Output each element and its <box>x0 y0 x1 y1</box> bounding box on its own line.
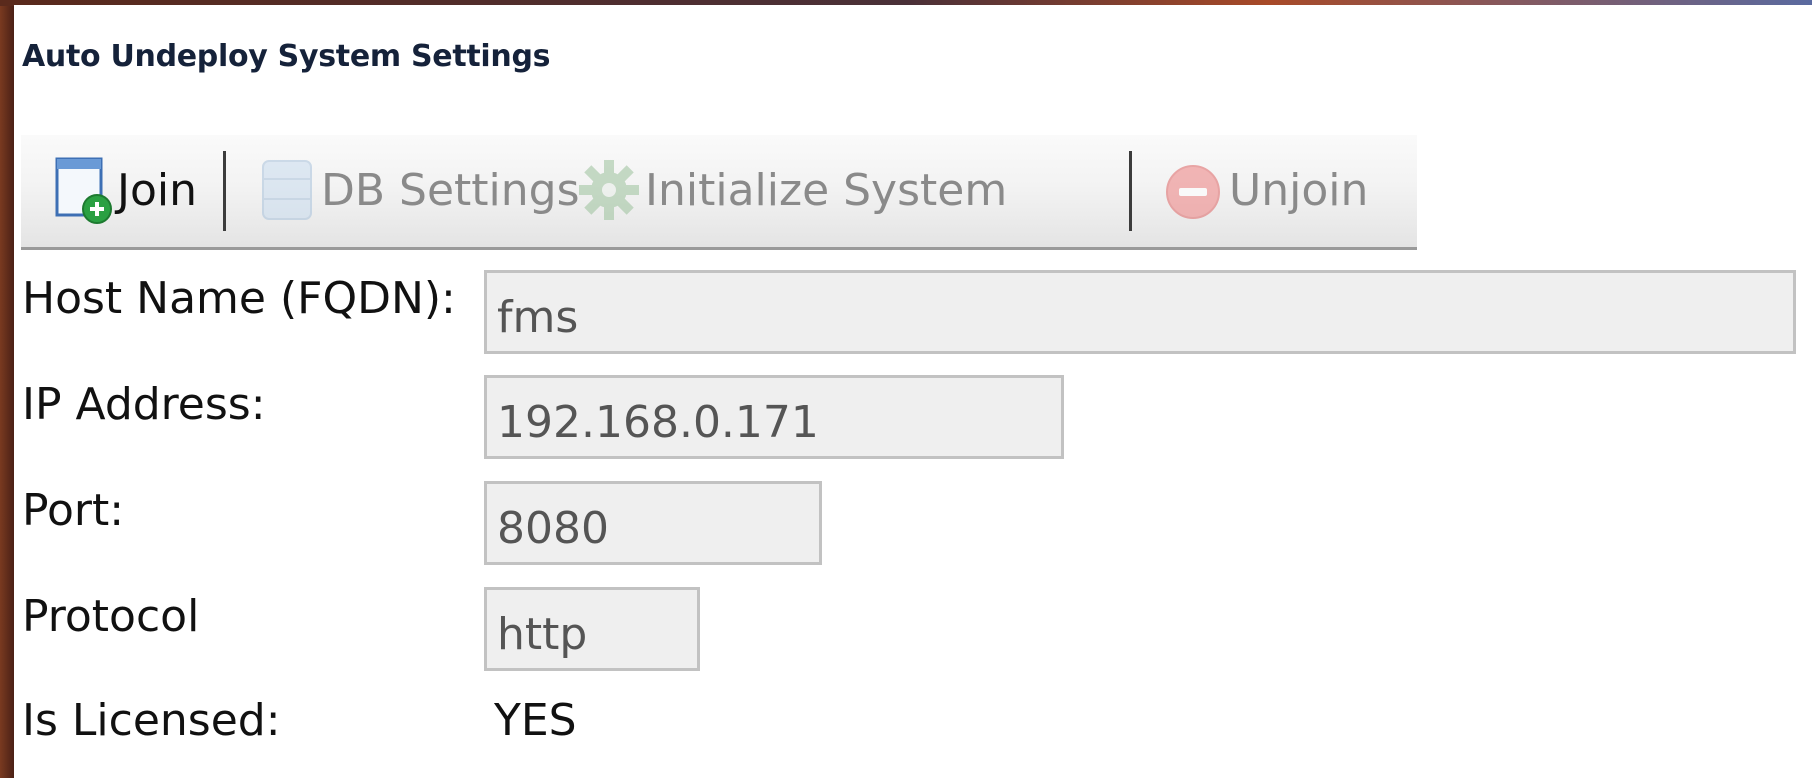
settings-panel: Auto Undeploy System Settings Join DB Se… <box>14 5 1812 778</box>
protocol-label: Protocol <box>22 591 200 642</box>
initialize-system-button[interactable]: Initialize System <box>577 153 1007 227</box>
db-settings-label: DB Settings <box>321 164 580 216</box>
port-label: Port: <box>22 485 125 536</box>
document-add-icon <box>53 155 113 225</box>
remove-circle-icon <box>1161 155 1225 225</box>
host-name-field[interactable] <box>484 270 1796 354</box>
gear-icon <box>577 155 641 225</box>
join-label: Join <box>117 164 198 216</box>
toolbar: Join DB Settings Initialize System Unjoi… <box>21 135 1417 250</box>
initialize-system-label: Initialize System <box>645 164 1008 216</box>
toolbar-separator <box>223 151 226 231</box>
protocol-field[interactable] <box>484 587 700 671</box>
database-icon <box>257 155 317 225</box>
db-settings-button[interactable]: DB Settings <box>257 153 580 227</box>
join-button[interactable]: Join <box>53 153 197 227</box>
panel-title: Auto Undeploy System Settings <box>22 39 551 74</box>
ip-address-field[interactable] <box>484 375 1064 459</box>
unjoin-label: Unjoin <box>1229 164 1369 216</box>
ip-address-label: IP Address: <box>22 379 266 430</box>
is-licensed-value: YES <box>494 695 577 746</box>
port-field[interactable] <box>484 481 822 565</box>
unjoin-button[interactable]: Unjoin <box>1161 153 1368 227</box>
is-licensed-label: Is Licensed: <box>22 695 281 746</box>
host-name-label: Host Name (FQDN): <box>22 273 456 324</box>
toolbar-separator <box>1129 151 1132 231</box>
